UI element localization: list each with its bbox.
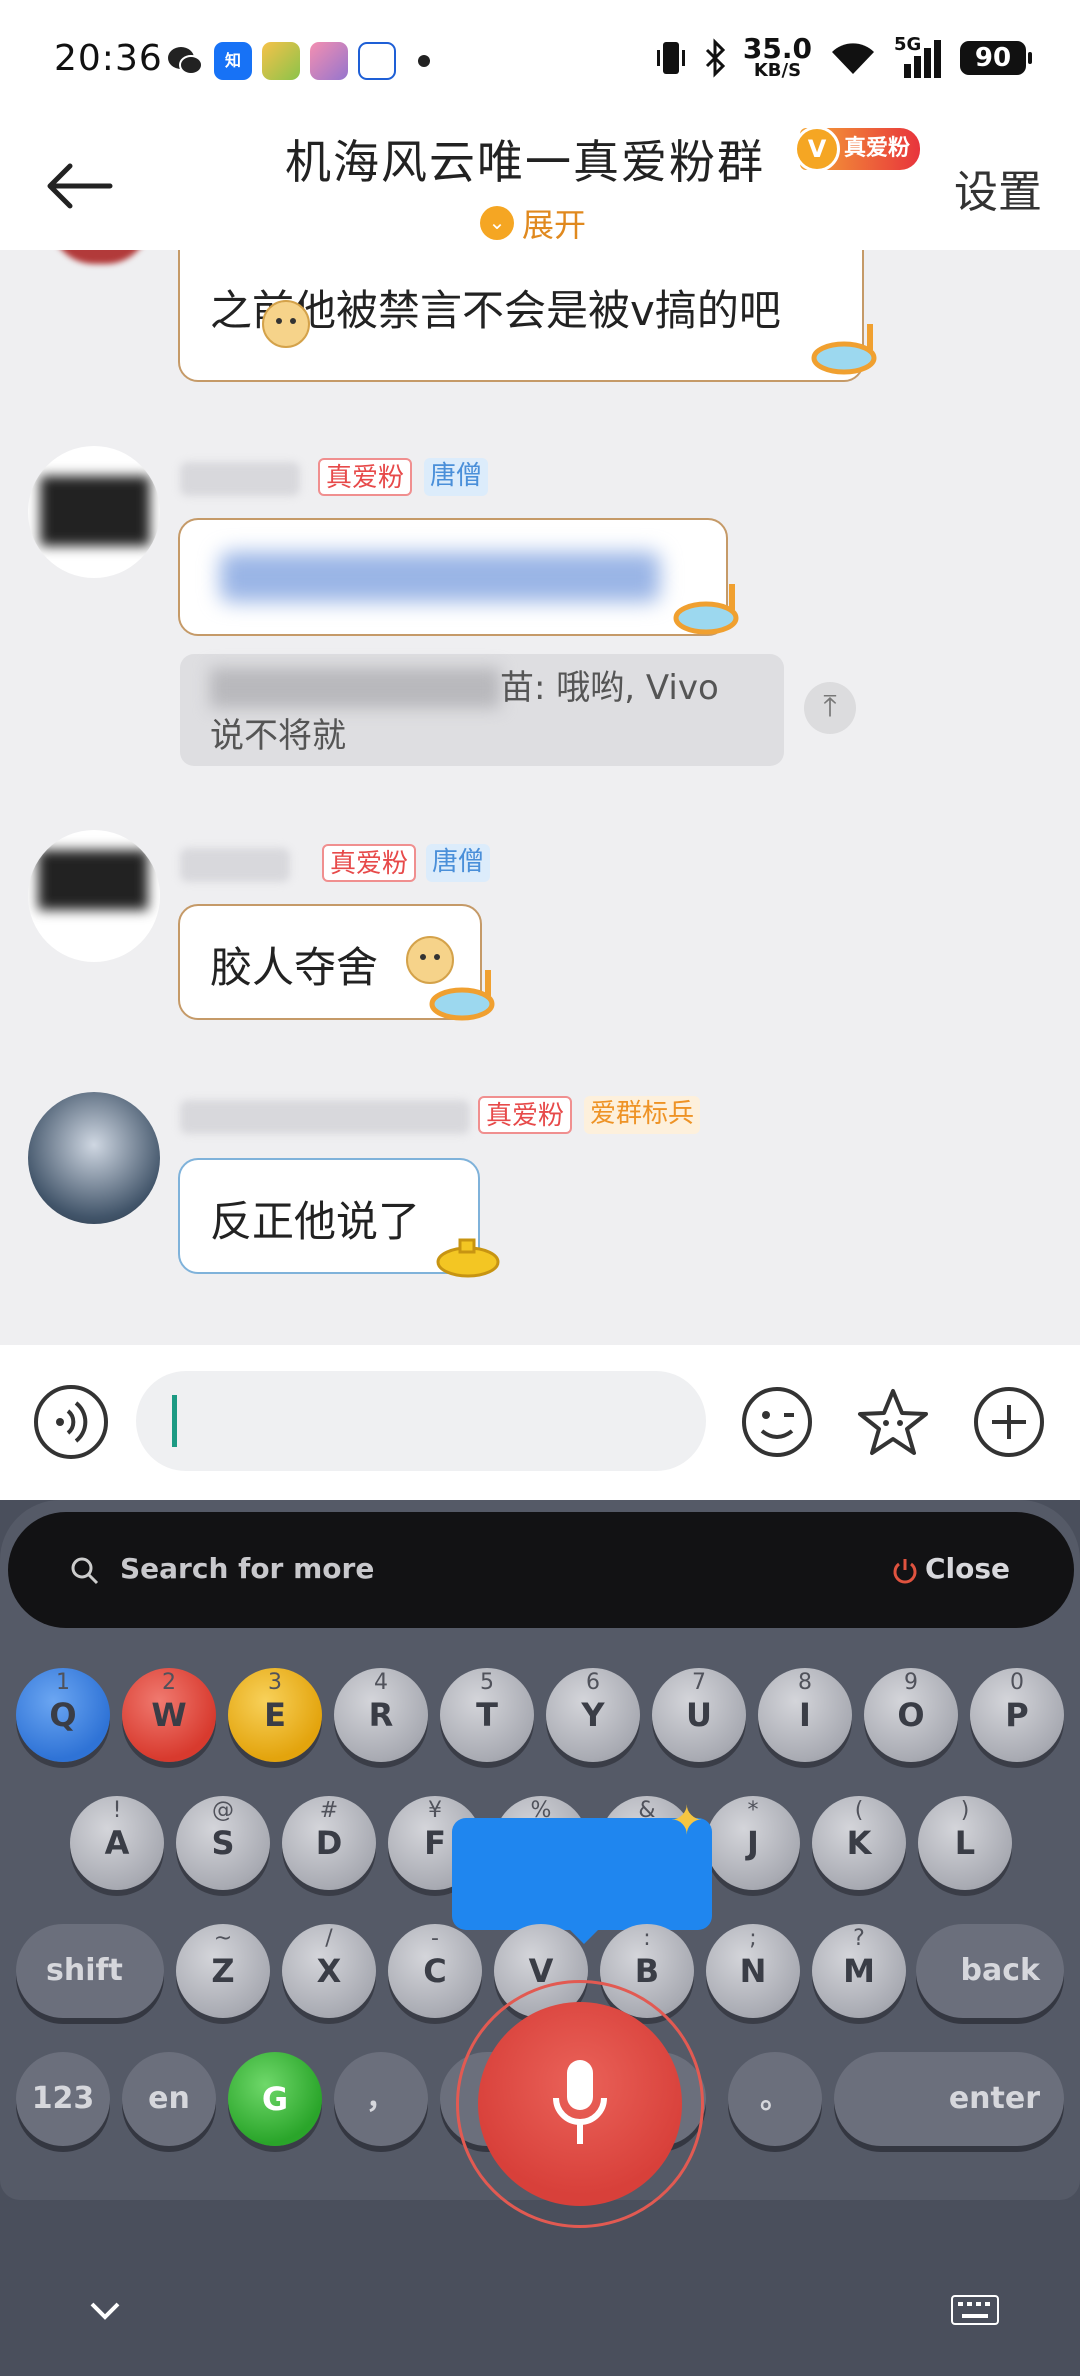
key-a[interactable]: ! A <box>70 1796 164 1890</box>
back-arrow-icon <box>47 163 113 209</box>
bluetooth-icon <box>705 38 726 78</box>
diving-goggles-icon <box>429 970 495 1021</box>
diving-goggles-icon <box>811 324 877 375</box>
message-input[interactable] <box>136 1371 706 1471</box>
group-title[interactable]: 机海风云唯一真爱粉群 <box>285 126 765 192</box>
soft-keyboard: Search for more Close 1Q 2W 3E 4R 5T 6Y … <box>0 1500 1080 2376</box>
sparkle-icon: ✦ <box>670 1798 704 1844</box>
true-fan-tag: 真爱粉 <box>478 1096 573 1134</box>
status-icons: 35.0 KB/S 5G 90 <box>655 32 1032 81</box>
sticker-star-icon[interactable] <box>856 1385 930 1459</box>
sender-name <box>180 462 300 496</box>
close-button[interactable]: Close <box>925 1552 1010 1585</box>
text-caret <box>172 1395 177 1447</box>
key-i[interactable]: 8I <box>758 1668 852 1762</box>
key-m[interactable]: ? M <box>812 1924 906 2018</box>
voice-wave-icon <box>56 1401 88 1443</box>
key-x[interactable]: / X <box>282 1924 376 2018</box>
sender-name <box>180 1100 470 1134</box>
game-app-icon <box>262 42 300 80</box>
keyboard-search-bar[interactable]: Search for more Close <box>8 1512 1074 1628</box>
mic-button[interactable] <box>478 2002 682 2206</box>
key-p[interactable]: 0P <box>970 1668 1064 1762</box>
status-time: 20:36 <box>54 38 163 79</box>
settings-button[interactable]: 设置 <box>954 156 1042 220</box>
key-c[interactable]: -C <box>388 1924 482 2018</box>
voice-input-button[interactable] <box>34 1385 108 1459</box>
message-bubble[interactable] <box>178 518 728 636</box>
period-key[interactable]: 。 <box>728 2052 822 2146</box>
plus-icon[interactable] <box>972 1385 1046 1459</box>
true-fan-tag: 真爱粉 <box>318 458 413 496</box>
key-k[interactable]: (K <box>812 1796 906 1890</box>
shift-key[interactable]: shift <box>16 1924 164 2018</box>
quoted-message[interactable]: 苗: 哦哟, Vivo 说不将就 <box>180 654 784 766</box>
message-input-bar <box>0 1345 1080 1500</box>
avatar[interactable] <box>28 830 160 962</box>
submarine-icon <box>436 1238 500 1278</box>
key-o[interactable]: 9O <box>864 1668 958 1762</box>
language-key[interactable]: en <box>122 2052 216 2146</box>
map-app-icon <box>358 42 396 80</box>
v-badge-icon: V <box>794 126 840 172</box>
microphone-icon <box>553 2060 607 2144</box>
comma-key[interactable]: ， <box>334 2052 428 2146</box>
avatar[interactable] <box>28 446 160 578</box>
key-n[interactable]: ; N <box>706 1924 800 2018</box>
sender-name <box>180 848 290 882</box>
key-l[interactable]: ) L <box>918 1796 1012 1890</box>
more-notifications-icon <box>418 55 430 67</box>
title-tag: 爱群标兵 <box>584 1096 701 1134</box>
avatar[interactable] <box>28 1092 160 1224</box>
hide-keyboard-chevron-icon[interactable] <box>80 2290 130 2330</box>
chevron-down-icon: ⌄ <box>480 206 514 240</box>
key-z[interactable]: ~ Z <box>176 1924 270 2018</box>
power-icon <box>893 1559 917 1584</box>
jump-to-quote-button[interactable]: ⤒ <box>804 682 856 734</box>
enter-key[interactable]: enter <box>834 2052 1064 2146</box>
key-w[interactable]: 2W <box>122 1668 216 1762</box>
search-icon <box>71 1557 99 1585</box>
key-q[interactable]: 1Q <box>16 1668 110 1762</box>
chat-header: 机海风云唯一真爱粉群 V 真爱粉 设置 ⌄ 展开 <box>0 120 1080 250</box>
title-tag: 唐僧 <box>426 844 491 882</box>
wifi-icon <box>832 43 874 74</box>
key-j[interactable]: * J <box>706 1796 800 1890</box>
key-s[interactable]: @ S <box>176 1796 270 1890</box>
key-t[interactable]: 5T <box>440 1668 534 1762</box>
signal-icon: 5G <box>894 34 944 78</box>
title-tag: 唐僧 <box>424 458 489 496</box>
key-d[interactable]: # D <box>282 1796 376 1890</box>
vibrate-icon <box>656 42 685 74</box>
avatar[interactable] <box>50 250 150 264</box>
key-y[interactable]: 6Y <box>546 1668 640 1762</box>
wechat-icon <box>166 42 204 80</box>
numbers-key[interactable]: 123 <box>16 2052 110 2146</box>
message-list[interactable]: 之前他被禁言不会是被v搞的吧 真爱粉 唐僧 苗: 哦哟, Vivo 说不将就 ⤒… <box>0 250 1080 1345</box>
back-button[interactable] <box>40 146 120 226</box>
zhihu-icon: 知 <box>214 42 252 80</box>
key-e[interactable]: 3E <box>228 1668 322 1762</box>
backspace-key[interactable]: back <box>916 1924 1064 2018</box>
cartoon-app-icon <box>310 42 348 80</box>
keyboard-switch-icon[interactable] <box>950 2290 1000 2330</box>
status-bar: 20:36 知 35.0 KB/S 5G 90 <box>0 0 1080 120</box>
network-speed: 35.0 KB/S <box>742 32 812 81</box>
true-fan-tag: 真爱粉 <box>322 844 417 882</box>
search-placeholder: Search for more <box>120 1552 375 1585</box>
battery-indicator: 90 <box>960 41 1032 75</box>
g-key[interactable]: G <box>228 2052 322 2146</box>
true-fan-badge[interactable]: V 真爱粉 <box>794 126 921 172</box>
key-r[interactable]: 4R <box>334 1668 428 1762</box>
emoji-icon[interactable] <box>740 1385 814 1459</box>
expand-button[interactable]: ⌄ 展开 <box>480 200 586 246</box>
diving-goggles-icon <box>673 584 739 635</box>
key-u[interactable]: 7U <box>652 1668 746 1762</box>
doge-emoji <box>262 300 310 348</box>
